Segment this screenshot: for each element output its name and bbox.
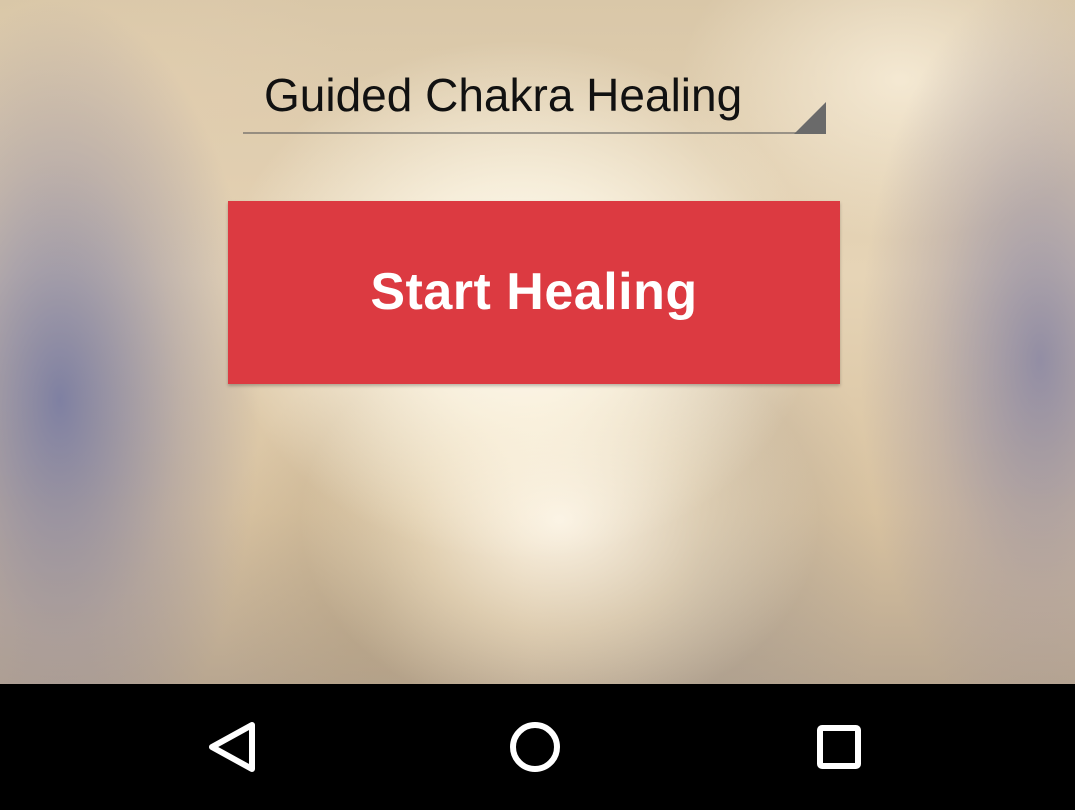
start-healing-label: Start Healing: [370, 263, 698, 321]
app-screen: Guided Chakra Healing Start Healing: [0, 0, 1075, 810]
dropdown-selected-value: Guided Chakra Healing: [264, 69, 743, 121]
healing-type-dropdown[interactable]: Guided Chakra Healing: [243, 60, 826, 134]
back-triangle-icon: [209, 722, 255, 772]
back-button[interactable]: [174, 684, 294, 810]
home-circle-icon: [510, 722, 560, 772]
home-button[interactable]: [475, 684, 595, 810]
dropdown-arrow-icon: [794, 102, 826, 134]
recents-square-icon: [817, 725, 861, 769]
background-image: Guided Chakra Healing Start Healing: [0, 0, 1075, 684]
start-healing-button[interactable]: Start Healing: [228, 201, 840, 384]
dropdown-underline: [243, 132, 826, 134]
recents-button[interactable]: [779, 684, 899, 810]
navigation-bar: [0, 684, 1075, 810]
